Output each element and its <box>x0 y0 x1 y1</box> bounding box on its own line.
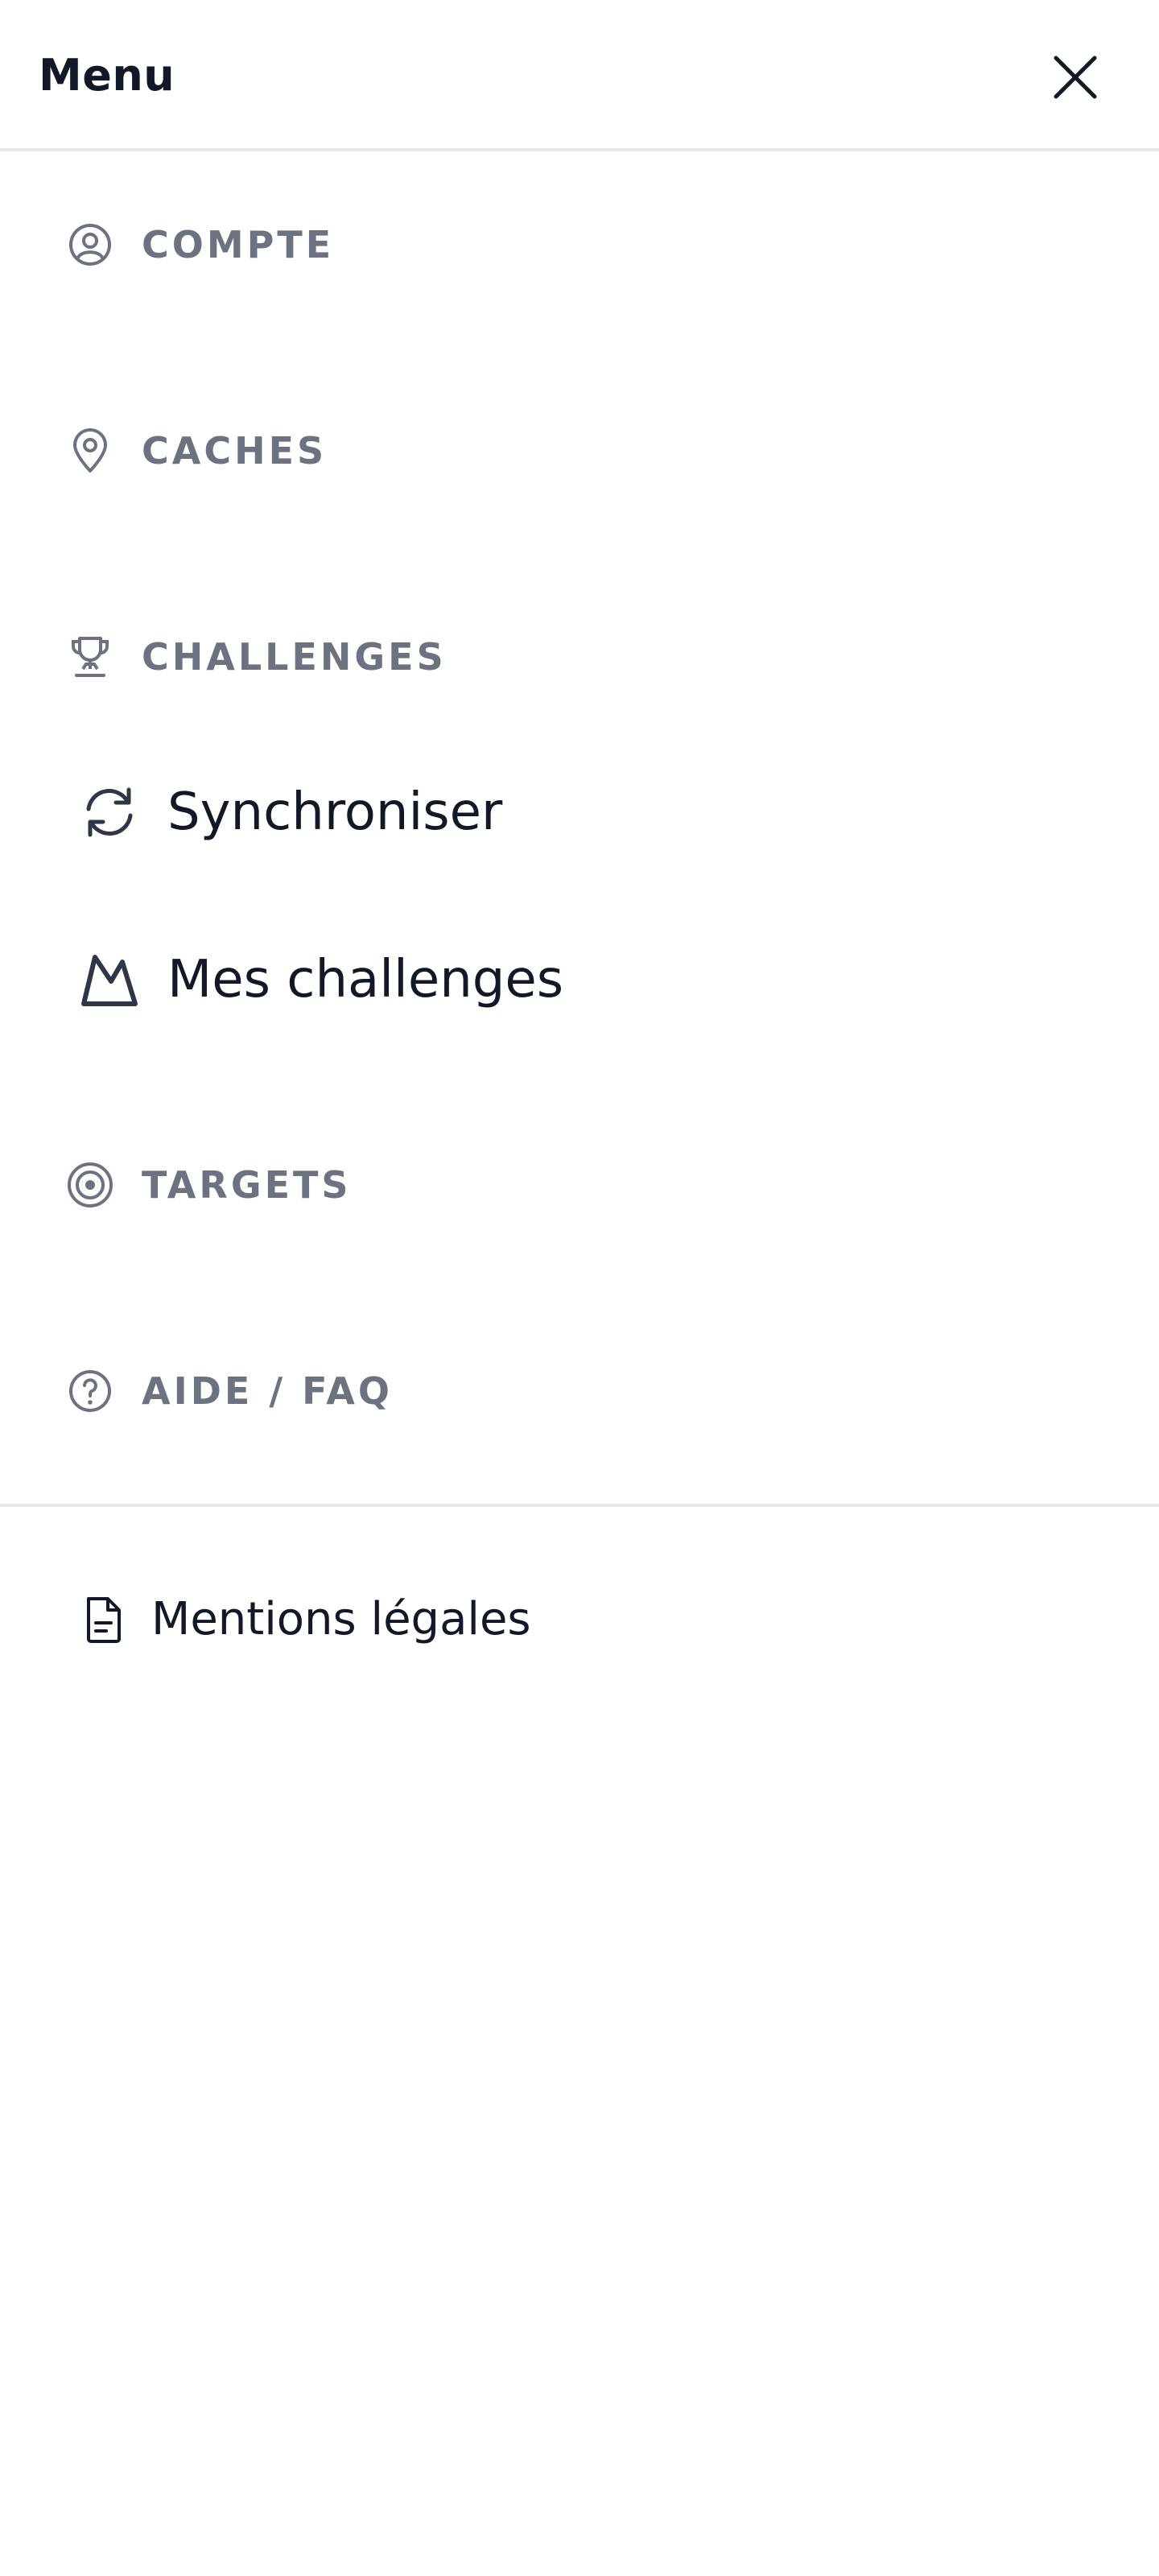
mountain-icon <box>77 947 142 1012</box>
section-targets-label: TARGETS <box>142 1163 352 1207</box>
sync-label: Synchroniser <box>167 782 503 842</box>
refresh-icon <box>77 780 142 844</box>
section-help-label: AIDE / FAQ <box>142 1369 394 1413</box>
question-circle-icon <box>64 1365 116 1417</box>
document-icon <box>77 1594 129 1645</box>
section-challenges[interactable]: CHALLENGES <box>64 625 1095 689</box>
section-challenges-label: CHALLENGES <box>142 635 447 679</box>
section-help[interactable]: AIDE / FAQ <box>64 1359 1095 1423</box>
menu-title: Menu <box>39 50 175 101</box>
footer-divider <box>0 1504 1159 1507</box>
section-targets[interactable]: TARGETS <box>64 1153 1095 1217</box>
my-challenges-label: Mes challenges <box>167 950 564 1009</box>
section-caches-label: CACHES <box>142 429 328 473</box>
map-pin-icon <box>64 425 116 477</box>
trophy-icon <box>64 631 116 683</box>
close-button[interactable] <box>1040 45 1111 109</box>
my-challenges-link[interactable]: Mes challenges <box>77 935 1043 1024</box>
target-icon <box>64 1159 116 1211</box>
user-circle-icon <box>64 219 116 270</box>
close-icon[interactable] <box>1050 52 1101 103</box>
section-caches[interactable]: CACHES <box>64 419 1095 483</box>
legal-notice-link[interactable]: Mentions légales <box>77 1579 882 1660</box>
section-account[interactable]: COMPTE <box>64 213 1095 277</box>
section-account-label: COMPTE <box>142 223 335 266</box>
menu-header: Menu <box>0 0 1159 151</box>
sync-button[interactable]: Synchroniser <box>77 768 1043 857</box>
legal-notice-label: Mentions légales <box>151 1593 531 1645</box>
